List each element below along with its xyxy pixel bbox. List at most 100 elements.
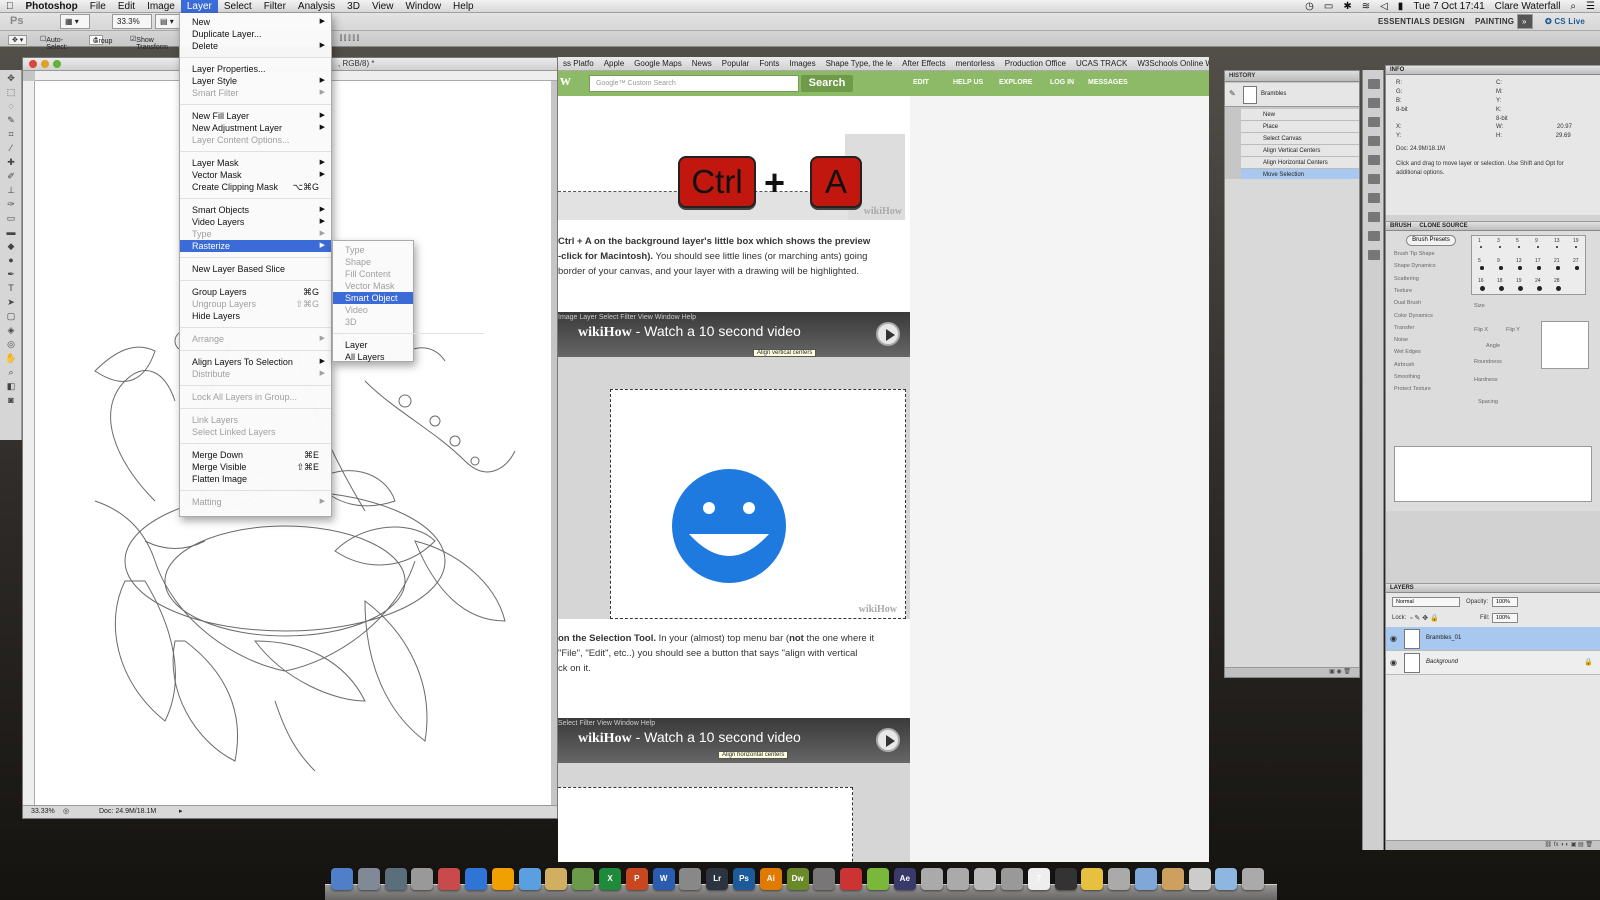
status-menu-arrow-icon[interactable]: ▸: [179, 807, 183, 815]
menu-item-delete[interactable]: Delete ▶: [180, 40, 331, 52]
crop-tool-icon[interactable]: ⌗: [4, 128, 18, 140]
clone-stamp-tool-icon[interactable]: ⊥: [4, 184, 18, 196]
user-name[interactable]: Clare Waterfall: [1490, 0, 1566, 13]
dock-app-icon[interactable]: [1054, 868, 1077, 890]
auto-select-checkbox[interactable]: ☐ Auto-Select:: [40, 35, 68, 51]
brush-tip-dot[interactable]: [1480, 246, 1482, 248]
brush-option-shape-dynamics[interactable]: Shape Dynamics: [1394, 263, 1436, 269]
close-window-icon[interactable]: [29, 60, 37, 68]
spotlight-icon[interactable]: ⌕: [1565, 0, 1581, 13]
bookmark-item[interactable]: Images: [784, 57, 820, 70]
eraser-tool-icon[interactable]: ▭: [4, 212, 18, 224]
brush-option-dual-brush[interactable]: Dual Brush: [1394, 300, 1421, 306]
dock-app-icon[interactable]: [465, 868, 487, 890]
brush-tip-dot[interactable]: [1556, 266, 1560, 270]
minimize-window-icon[interactable]: [41, 60, 49, 68]
dock-app-icon[interactable]: [545, 868, 568, 890]
zoom-window-icon[interactable]: [53, 60, 61, 68]
healing-brush-tool-icon[interactable]: ✚: [4, 156, 18, 168]
bookmark-item[interactable]: UCAS TRACK: [1071, 57, 1132, 70]
panel-icon-character[interactable]: [1368, 193, 1380, 203]
brush-presets-button[interactable]: Brush Presets: [1406, 235, 1456, 246]
clone-source-tab[interactable]: CLONE SOURCE: [1419, 223, 1467, 229]
dock-app-icon[interactable]: [867, 868, 889, 890]
panel-icon-history[interactable]: [1368, 79, 1380, 89]
panel-icon-styles[interactable]: [1368, 174, 1380, 184]
menu-item-layer-style[interactable]: Layer Style ▶: [180, 75, 331, 87]
shape-tool-icon[interactable]: ▢: [4, 310, 18, 322]
status-zoom[interactable]: 33.33%: [31, 808, 55, 815]
dock-app-icon[interactable]: [491, 868, 514, 890]
video1-play-icon[interactable]: [876, 322, 900, 346]
bookmark-item[interactable]: mentorless: [951, 57, 1000, 70]
panel-icon-clone[interactable]: [1368, 250, 1380, 260]
display-icon[interactable]: ▭: [1319, 0, 1338, 13]
brush-tip-dot[interactable]: [1556, 246, 1558, 248]
dock-app-icon[interactable]: [1108, 868, 1131, 890]
history-step[interactable]: Place: [1241, 121, 1359, 133]
blur-tool-icon[interactable]: ◆: [4, 240, 18, 252]
menu-file[interactable]: File: [84, 0, 112, 13]
path-select-tool-icon[interactable]: ➤: [4, 296, 18, 308]
brush-option-color-dynamics[interactable]: Color Dynamics: [1394, 313, 1433, 319]
bookmark-item[interactable]: ss Platfo: [558, 57, 599, 70]
dock-app-icon[interactable]: [1188, 868, 1211, 890]
brush-tip-dot[interactable]: [1575, 266, 1579, 270]
dock-app-icon[interactable]: [920, 868, 943, 890]
status-info-icon[interactable]: ◎: [63, 807, 69, 815]
align-distribute-buttons[interactable]: ⫿ ⫿ ⫿ ⫿ ⫿: [340, 35, 359, 43]
workspace-design[interactable]: DESIGN: [1433, 17, 1465, 26]
menu-item-layer-mask[interactable]: Layer Mask ▶: [180, 157, 331, 169]
bookmark-item[interactable]: Apple: [599, 57, 629, 70]
brush-tip-dot[interactable]: [1480, 266, 1484, 270]
hand-tool-icon[interactable]: ✋: [4, 352, 18, 364]
dock-app-icon[interactable]: Ai: [759, 868, 782, 890]
cs-live-button[interactable]: ✪ CS Live: [1545, 17, 1585, 26]
layers-footer-buttons[interactable]: ⛓ fx ◑ ◐ ▣ ▤ 🗑: [1386, 840, 1600, 850]
3d-rotate-tool-icon[interactable]: ◈: [4, 324, 18, 336]
brush-tip-dot[interactable]: [1518, 266, 1522, 270]
time-machine-icon[interactable]: ◷: [1300, 0, 1319, 13]
video2-bar[interactable]: Select Filter View Window Help wikiHow -…: [558, 718, 910, 763]
panel-icon-actions[interactable]: [1368, 98, 1380, 108]
brush-option-wet-edges[interactable]: Wet Edges: [1394, 349, 1421, 355]
menu-item-new-fill-layer[interactable]: New Fill Layer ▶: [180, 110, 331, 122]
menu-window[interactable]: Window: [399, 0, 447, 13]
wifi-icon[interactable]: ≋: [1357, 0, 1375, 13]
pen-tool-icon[interactable]: ✒: [4, 268, 18, 280]
notification-icon[interactable]: ☰: [1581, 0, 1600, 13]
dock-app-icon[interactable]: [813, 868, 836, 890]
menu-select[interactable]: Select: [218, 0, 258, 13]
history-step[interactable]: Select Canvas: [1241, 133, 1359, 145]
brush-flip-x-label[interactable]: Flip X: [1474, 327, 1488, 333]
dock-app-icon[interactable]: [1242, 868, 1265, 890]
dock-app-icon[interactable]: Lr: [706, 868, 729, 890]
menu-layer[interactable]: Layer: [180, 0, 218, 13]
history-step[interactable]: Align Vertical Centers: [1241, 145, 1359, 157]
brush-tool-icon[interactable]: ✐: [4, 170, 18, 182]
dock-app-icon[interactable]: [384, 868, 407, 890]
history-snapshot[interactable]: ✎ Brambles: [1225, 83, 1359, 107]
dock-app-icon[interactable]: [331, 868, 353, 890]
nav-log-in[interactable]: LOG IN: [1050, 79, 1074, 86]
gradient-tool-icon[interactable]: ▬: [4, 226, 18, 238]
auto-select-dropdown[interactable]: Group ⇕: [89, 35, 112, 45]
brush-tip-preview[interactable]: [1541, 321, 1589, 369]
dock-app-icon[interactable]: Ae: [893, 868, 916, 890]
dock-app-icon[interactable]: X: [599, 868, 621, 890]
brush-tip-dot[interactable]: [1537, 246, 1539, 248]
menu-edit[interactable]: Edit: [112, 0, 141, 13]
video2-play-icon[interactable]: [876, 728, 900, 752]
dock-app-icon[interactable]: [1215, 868, 1238, 890]
dodge-tool-icon[interactable]: ●: [4, 254, 18, 266]
menu-help[interactable]: Help: [447, 0, 480, 13]
battery-icon[interactable]: ▮: [1393, 0, 1409, 13]
blend-mode-select[interactable]: Normal: [1392, 597, 1460, 607]
brush-tip-dot[interactable]: [1556, 286, 1561, 291]
menu-view[interactable]: View: [366, 0, 400, 13]
brush-flip-y-label[interactable]: Flip Y: [1506, 327, 1520, 333]
search-button[interactable]: Search: [801, 75, 853, 92]
nav-edit[interactable]: EDIT: [913, 79, 929, 86]
menu-item-flatten-image[interactable]: Flatten Image: [180, 473, 331, 485]
lasso-tool-icon[interactable]: ◌: [4, 100, 18, 112]
